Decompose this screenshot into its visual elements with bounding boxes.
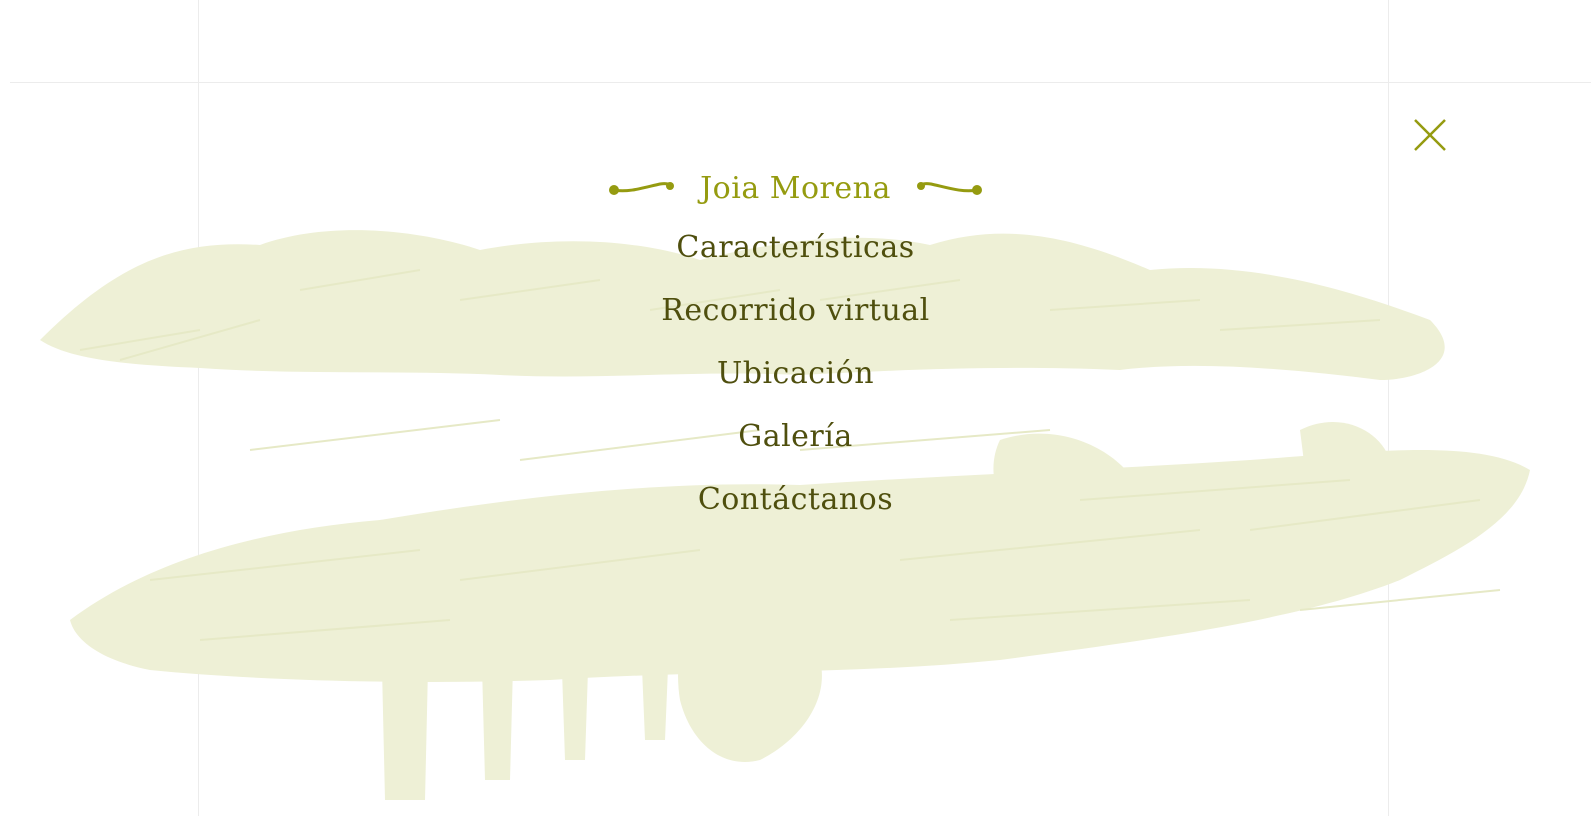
- menu-item-contactanos[interactable]: Contáctanos: [698, 468, 893, 531]
- flourish-right-icon: [916, 182, 982, 195]
- menu-item-label: Joia Morena: [700, 170, 891, 206]
- active-item-wrapper: Joia Morena: [608, 171, 983, 206]
- menu-item-ubicacion[interactable]: Ubicación: [717, 342, 874, 405]
- header-divider: [10, 82, 1591, 83]
- menu-item-galeria[interactable]: Galería: [738, 405, 853, 468]
- menu-item-active[interactable]: Joia Morena: [608, 160, 983, 216]
- close-icon: [1414, 119, 1446, 151]
- flourish-left-icon: [609, 182, 675, 195]
- menu-item-recorrido-virtual[interactable]: Recorrido virtual: [661, 279, 930, 342]
- close-button[interactable]: [1408, 113, 1452, 157]
- menu-overlay: Joia Morena Características Recorrido vi…: [0, 0, 1591, 816]
- main-navigation: Joia Morena Características Recorrido vi…: [0, 160, 1591, 531]
- menu-item-caracteristicas[interactable]: Características: [676, 216, 914, 279]
